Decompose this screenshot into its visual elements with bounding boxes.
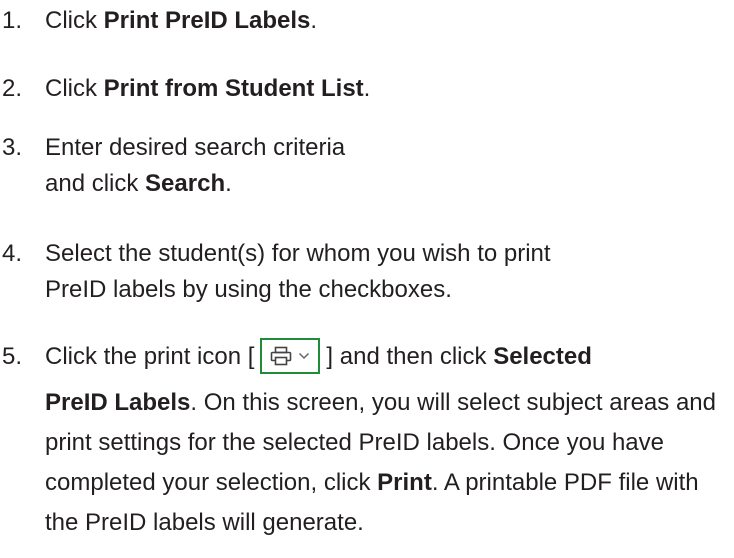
step-text: Click Print from Student List. bbox=[45, 71, 734, 107]
chevron-down-icon bbox=[299, 352, 310, 360]
step-text-line: Enter desired search criteria bbox=[45, 134, 346, 161]
step-text-bold: Print bbox=[377, 469, 432, 496]
step-text-plain: Click bbox=[45, 75, 104, 102]
step-text: Click Print PreID Labels. bbox=[45, 3, 734, 39]
step-text: Select the student(s) for whom you wish … bbox=[45, 236, 734, 308]
step-text: Click the print icon [ ] and then click … bbox=[45, 338, 734, 543]
step-number: 2. bbox=[2, 75, 23, 102]
printer-icon bbox=[271, 346, 292, 366]
step-text-plain: ] and then click bbox=[326, 343, 487, 370]
step-text-line: Click the print icon [ ] and then click … bbox=[45, 338, 734, 375]
step-text: Enter desired search criteria and click … bbox=[45, 130, 734, 202]
step-text-plain: Click bbox=[45, 7, 104, 34]
step-text-plain: . bbox=[225, 170, 232, 197]
step-number: 3. bbox=[2, 134, 23, 161]
step-number: 1. bbox=[2, 7, 23, 34]
step-text-line: and click Search. bbox=[45, 166, 734, 202]
step-text-line: Select the student(s) for whom you wish … bbox=[45, 240, 551, 267]
step-text-line: PreID labels by using the checkboxes. bbox=[45, 276, 452, 303]
print-dropdown-button bbox=[260, 338, 321, 374]
step-text-bold: Selected bbox=[493, 343, 592, 370]
step-text-plain: . bbox=[310, 7, 318, 34]
step-text-bold: PreID Labels bbox=[45, 389, 191, 416]
step-text-paragraph: PreID Labels. On this screen, you will s… bbox=[45, 383, 734, 543]
step-text-bold: Print PreID Labels bbox=[103, 7, 311, 34]
step-text-bold: Print from Student List bbox=[103, 75, 364, 102]
step-text-bold: Search bbox=[145, 170, 226, 197]
step-text-plain: . bbox=[363, 75, 371, 102]
step-number: 5. bbox=[2, 343, 23, 370]
step-text-plain: and click bbox=[45, 170, 146, 197]
step-text-plain: Click the print icon [ bbox=[45, 343, 255, 370]
step-number: 4. bbox=[2, 240, 23, 267]
